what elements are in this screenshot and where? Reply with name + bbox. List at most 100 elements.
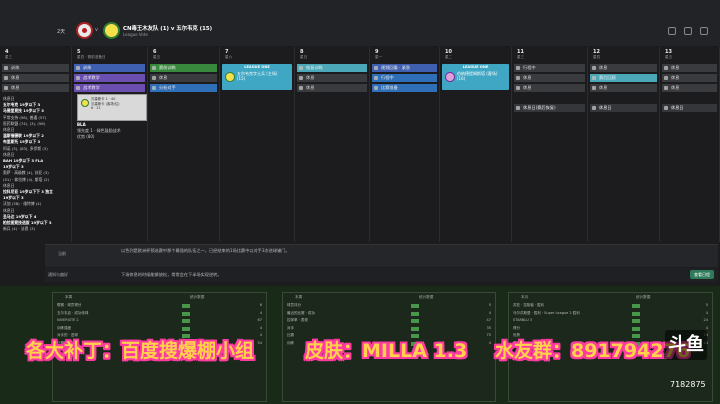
panel-row-value: 67 <box>257 318 262 322</box>
training-slot[interactable]: 休息 <box>590 84 657 92</box>
rating-bar-icon <box>182 304 190 308</box>
training-slot[interactable]: 恢复训练 <box>297 64 367 72</box>
training-slot[interactable]: 赛后回顾 <box>590 74 657 82</box>
slot-label: 休息 <box>306 75 315 80</box>
training-slot[interactable]: 比赛准备 <box>372 84 437 92</box>
panel-row[interactable]: STARBLU 3 24 <box>513 318 708 324</box>
match-header: 2天 v CN毒王木友队 (1) v 五尔韦克 (15) League Vote <box>0 0 720 46</box>
day-column[interactable]: 8 星日 恢复训练 休息 休息 <box>295 47 370 242</box>
detail-line: 优势 (80) <box>77 134 95 139</box>
home-team-crest-icon[interactable] <box>76 22 93 39</box>
panel-heading: 统计数据 <box>419 295 434 299</box>
panel-row[interactable]: 控球率 · 表现 47 <box>287 318 491 324</box>
slot-label: 休息日 <box>671 105 684 110</box>
training-slot[interactable]: 休息 <box>297 84 367 92</box>
tooltip-line: 贝森斯卡 1 · 40 <box>91 97 116 101</box>
calendar-icon[interactable] <box>684 27 692 35</box>
panel-row[interactable]: 联赛 · 球员得分 6 <box>57 303 262 309</box>
training-slot[interactable]: 休息日 <box>590 104 657 112</box>
training-slot[interactable]: 训练 <box>2 64 69 72</box>
day-column[interactable]: 12 星四 休息 赛后回顾 休息 休息日 <box>588 47 660 242</box>
slot-label: 战术教学 <box>83 85 100 90</box>
training-slot[interactable]: 训练 <box>74 64 145 72</box>
panel-row[interactable]: 最近的比赛 · 成功 4 <box>287 311 491 317</box>
training-slot[interactable]: 休息 <box>2 74 69 82</box>
training-slot[interactable]: 休息 <box>514 84 585 92</box>
competition-name[interactable]: League Vote <box>123 32 148 37</box>
opponent-rank: (15) <box>237 76 246 81</box>
match-detail: BLA 领先度 1 · 绿色鼓励战术 优势 (80) <box>77 122 121 140</box>
training-slot[interactable]: 休息 <box>150 74 217 82</box>
training-slot[interactable]: 休息日(赛后恢复) <box>514 104 585 112</box>
match-card[interactable]: LEAGUE ONE 伯纳德提姆斯塔 (客场) (16) <box>442 64 509 90</box>
day-column[interactable]: 11 星三 行程中 休息 休息 休息日(赛后恢复) <box>512 47 588 242</box>
training-slot[interactable]: 分析对手 <box>150 84 217 92</box>
day-column[interactable]: 9 星一 视频回看 · 紧急 行程中 比赛准备 <box>370 47 440 242</box>
training-slot[interactable]: 休息 <box>662 74 717 82</box>
training-slot[interactable]: 休息 <box>297 74 367 82</box>
day-name: 星五 <box>153 55 161 59</box>
opponent-rank: (16) <box>457 76 466 81</box>
day-column[interactable]: 10 星二 LEAGUE ONE 伯纳德提姆斯塔 (客场) (16) <box>440 47 512 242</box>
match-card[interactable]: LEAGUE ONE 五尔韦克字士兵 (主场) (15) <box>222 64 292 90</box>
slot-label: 比赛准备 <box>381 85 398 90</box>
session-icon <box>516 106 520 110</box>
day-header: 13 星五 <box>660 47 719 63</box>
session-icon <box>516 76 520 80</box>
stream-banner: 各大补丁：百度搜爆棚小组 皮肤：MILLA 1.3 水友群：891794276 <box>0 327 720 372</box>
panel-row[interactable]: NIVERSITÉ 2 67 <box>57 318 262 324</box>
fixture-list-item[interactable]: 新兵 (4) · 法恩 (3) <box>3 226 68 232</box>
view-schedule-button[interactable]: 查看日程 <box>690 270 714 279</box>
training-slot[interactable]: 休息 <box>514 74 585 82</box>
training-slot[interactable]: 视频回看 · 紧急 <box>372 64 437 72</box>
panel-row-label: 控球率 · 表现 <box>287 318 308 322</box>
session-icon <box>152 86 156 90</box>
session-icon <box>299 66 303 70</box>
day-header: 12 星四 <box>588 47 659 63</box>
settings-icon[interactable] <box>668 27 676 35</box>
team-report-note: 当前 以色列是欧洲杯预选赛中那个最强的队伍之一，已经结束的1场比赛中以对手3次进… <box>45 244 718 267</box>
away-team-crest-icon[interactable] <box>103 22 120 39</box>
training-slot[interactable]: 休息 <box>2 84 69 92</box>
banner-patch-text: 各大补丁：百度搜爆棚小组 <box>26 340 255 362</box>
opponent-crest-icon <box>445 72 455 82</box>
training-slot[interactable]: 休息 <box>662 64 717 72</box>
training-slot[interactable]: 休息 <box>662 84 717 92</box>
training-slot[interactable]: 行程中 <box>372 74 437 82</box>
panel-row-label: STARBLU 3 <box>513 318 532 322</box>
match-title[interactable]: CN毒王木友队 (1) v 五尔韦克 (15) <box>123 24 212 32</box>
day-column[interactable]: 13 星五 休息 休息 休息 休息日 <box>660 47 720 242</box>
note-label: 当前 <box>58 251 66 256</box>
close-icon[interactable] <box>700 27 708 35</box>
slot-label: 行程中 <box>381 75 394 80</box>
day-name: 星三 <box>517 55 525 59</box>
panel-row[interactable]: 苏亚 · 控制者 · 胜利 5 <box>513 303 708 309</box>
slot-label: 视频回看 · 紧急 <box>381 65 411 70</box>
session-icon <box>592 106 596 110</box>
rating-bar-icon <box>632 311 640 316</box>
day-column[interactable]: 6 星五 赛前训练 休息 分析对手 <box>148 47 220 242</box>
panel-row[interactable]: 五尔韦克 · 成功传球 4 <box>57 311 262 317</box>
slot-label: 休息 <box>671 65 680 70</box>
day-column[interactable]: 5 星四 · 赛前准备日 训练 战术教学 战术教学 <box>72 47 148 242</box>
panel-row[interactable]: 马尔洪斯堡 · 胜利 · Super League 2 胜利 4 <box>513 311 708 317</box>
session-icon <box>299 86 303 90</box>
pref-text: 下场休息的时候能够放松，常常会在下半场实现逆转。 <box>121 272 222 277</box>
training-slot[interactable]: 赛前训练 <box>150 64 217 72</box>
panel-row-label: NIVERSITÉ 2 <box>57 318 79 322</box>
slot-label: 休息 <box>671 85 680 90</box>
rating-bar-icon <box>411 304 420 308</box>
training-slot[interactable]: 休息日 <box>662 104 717 112</box>
slot-label: 休息日 <box>599 105 612 110</box>
panel-row-value: 4 <box>259 310 262 315</box>
training-slot[interactable]: 战术教学 <box>74 84 145 92</box>
day-column[interactable]: 7 星六 LEAGUE ONE 五尔韦克字士兵 (主场) (15) <box>220 47 295 242</box>
training-slot[interactable]: 战术教学 <box>74 74 145 82</box>
training-slot[interactable]: 休息 <box>590 64 657 72</box>
session-icon <box>76 66 80 70</box>
match-opponent: 伯纳德提姆斯塔 (客场) (16) <box>457 71 497 81</box>
panel-row-value: 5 <box>705 303 708 307</box>
training-slot[interactable]: 行程中 <box>514 64 585 72</box>
slot-label: 休息 <box>523 85 532 90</box>
panel-row[interactable]: 球员评分 5 <box>287 303 491 309</box>
